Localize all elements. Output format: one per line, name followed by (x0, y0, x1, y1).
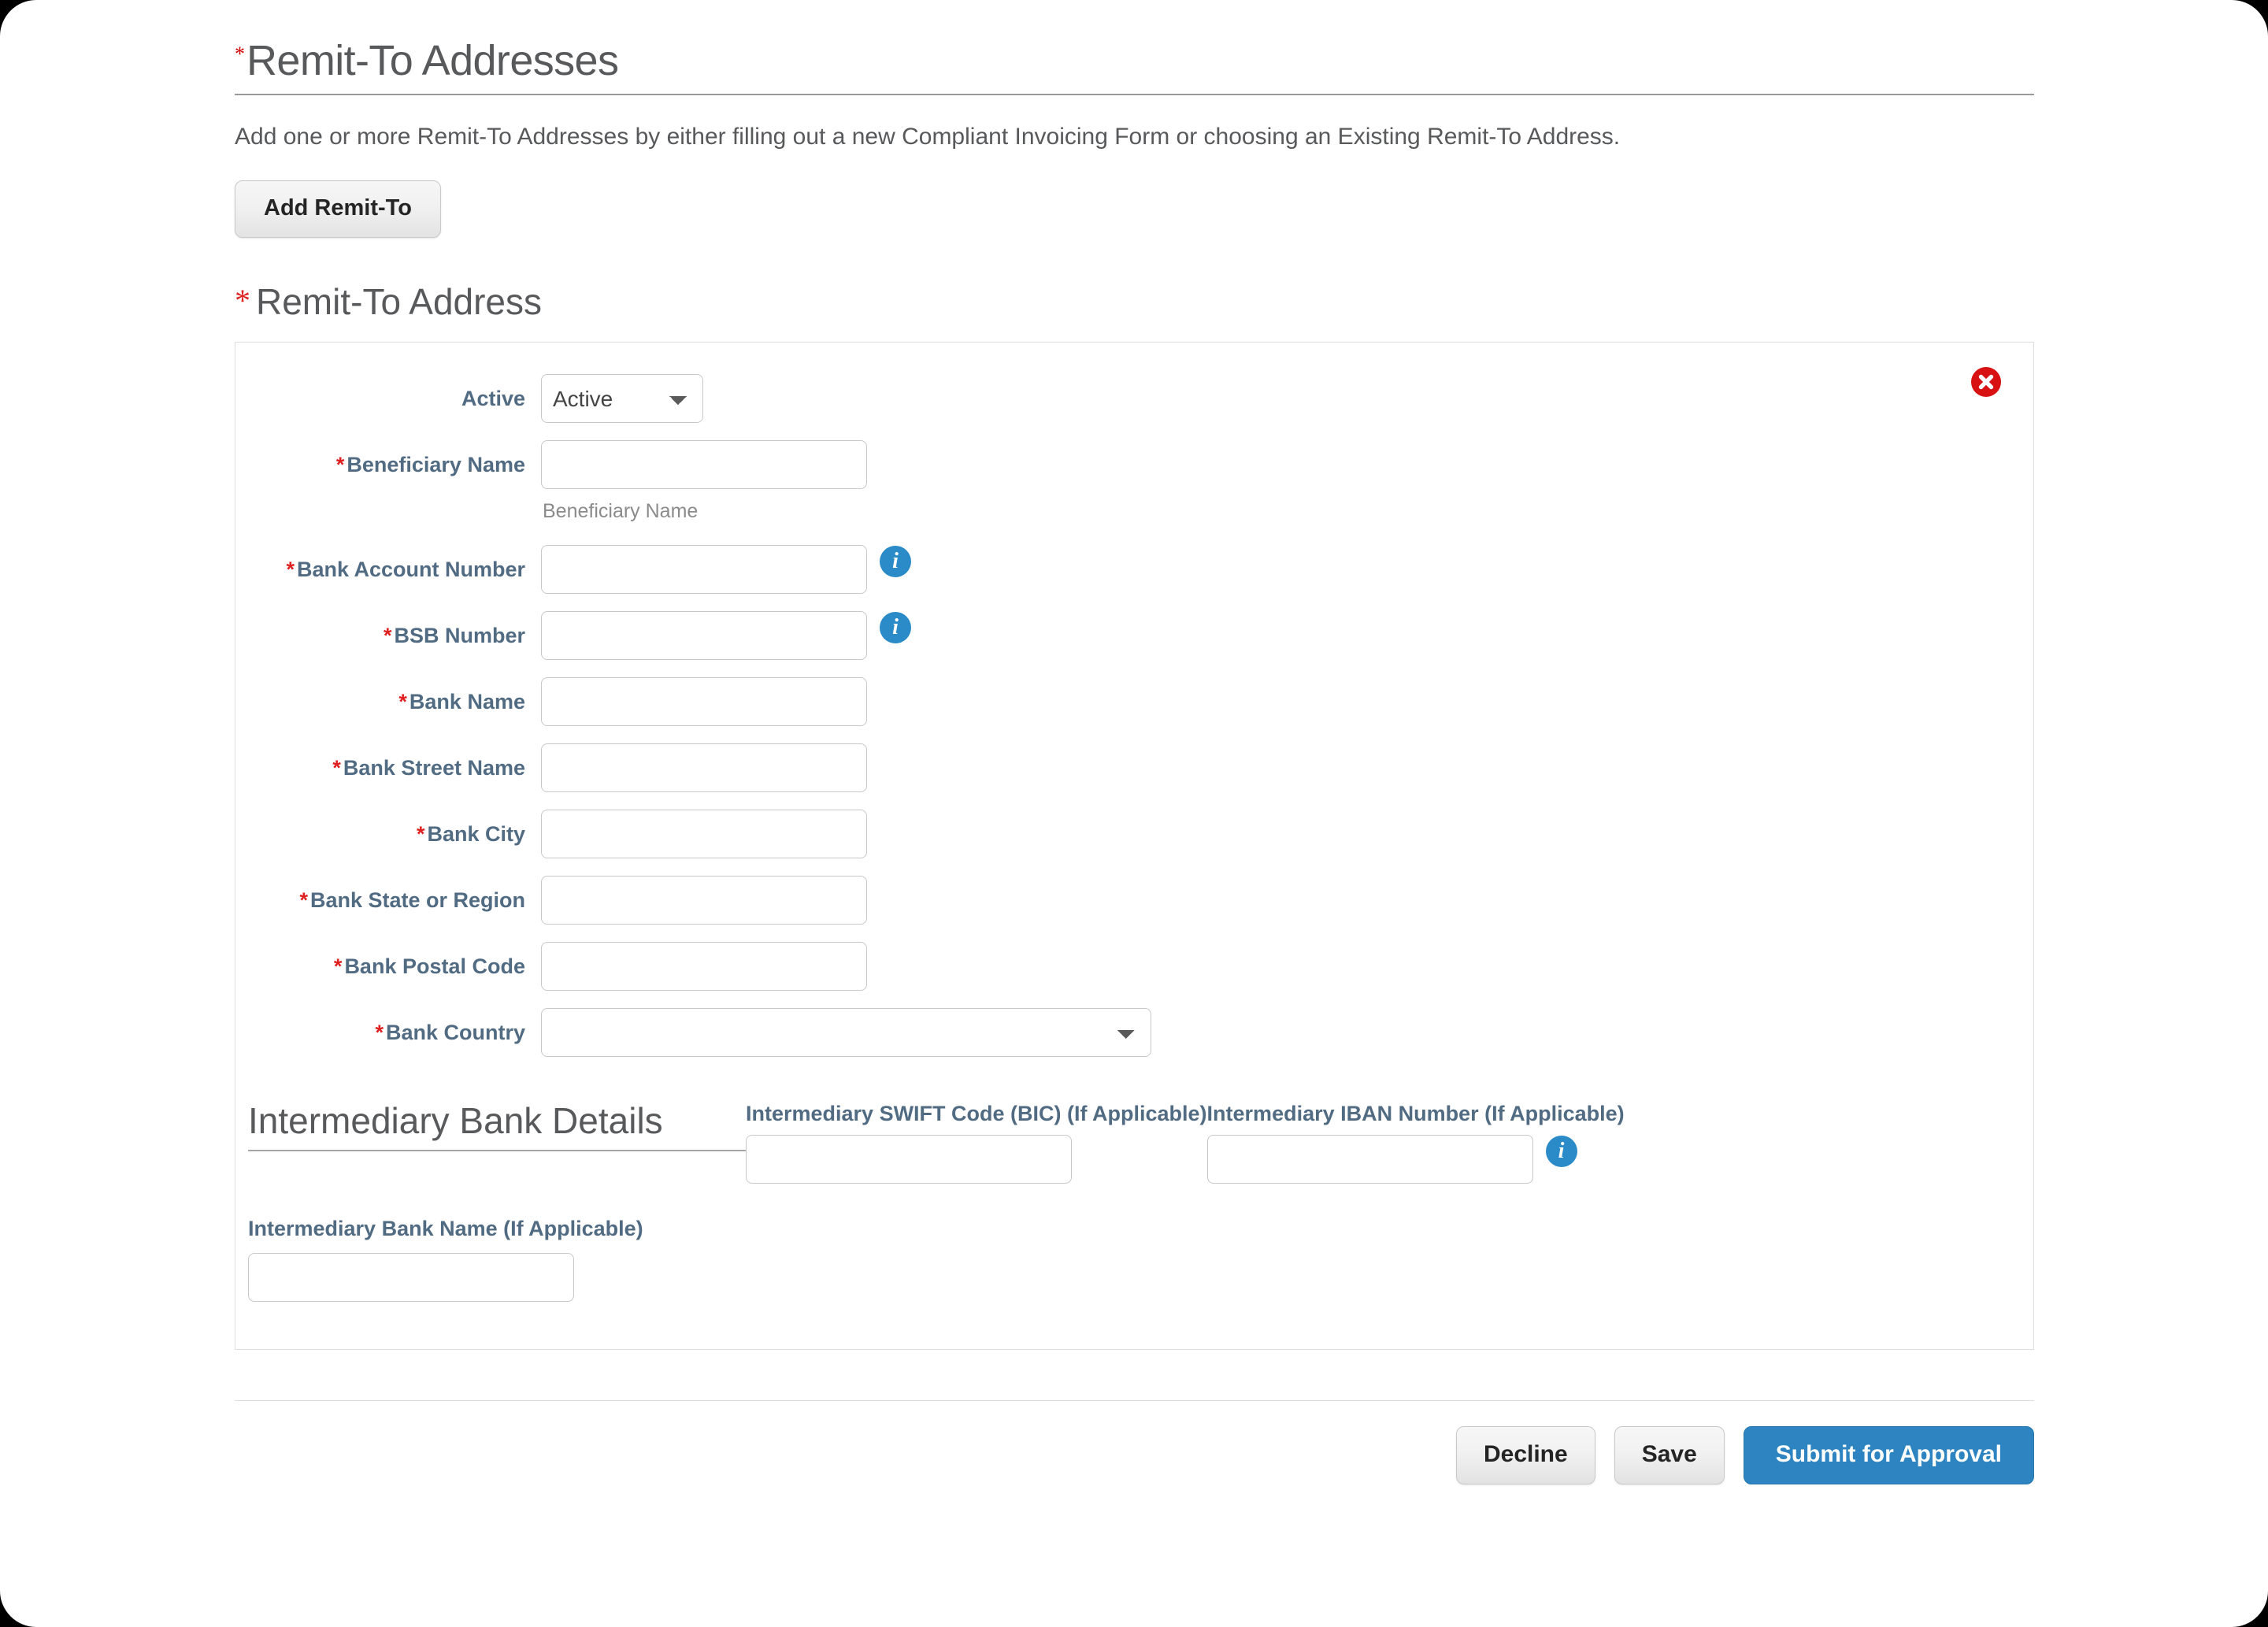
label-bank-street-name: * Bank Street Name (332, 756, 525, 780)
required-asterisk: * (335, 453, 345, 477)
field-row-bank-street-name: * Bank Street Name (235, 743, 2033, 793)
control-bank-state-or-region (541, 876, 867, 925)
field-row-bank-state-or-region: * Bank State or Region (235, 876, 2033, 925)
field-row-bank-name: * Bank Name (235, 677, 2033, 727)
control-bank-postal-code (541, 942, 867, 991)
helper-text-beneficiary-name: Beneficiary Name (543, 500, 699, 523)
field-row-bank-city: * Bank City (235, 810, 2033, 859)
field-row-beneficiary-name: * Beneficiary Name Beneficiary Name (235, 440, 2033, 523)
bank-postal-code-input[interactable] (541, 942, 867, 991)
form-footer: Decline Save Submit for Approval (235, 1400, 2034, 1485)
control-bsb-number: i (541, 611, 911, 661)
label-bank-name: * Bank Name (398, 690, 525, 714)
remit-to-addresses-section: *Remit-To Addresses Add one or more Remi… (235, 0, 2034, 1485)
control-bank-street-name (541, 743, 867, 793)
control-active: Active (541, 374, 703, 424)
section-header: *Remit-To Addresses (235, 0, 2034, 96)
label-bank-city: * Bank City (416, 822, 525, 847)
field-intermediary-swift: Intermediary SWIFT Code (BIC) (If Applic… (746, 1101, 1207, 1184)
label-bsb-number: * BSB Number (383, 624, 525, 648)
required-asterisk: * (235, 43, 245, 65)
remit-to-address-card: Active Active * Beneficiary Name Benefici… (235, 342, 2034, 1351)
intermediary-bank-details-section: Intermediary Bank Details Intermediary S… (235, 1101, 2033, 1302)
required-asterisk: * (299, 888, 308, 913)
required-asterisk: * (416, 822, 425, 847)
required-asterisk: * (375, 1021, 384, 1045)
submit-for-approval-button[interactable]: Submit for Approval (1743, 1426, 2034, 1485)
save-button[interactable]: Save (1614, 1426, 1725, 1485)
field-row-active: Active Active (235, 374, 2033, 424)
bank-street-name-input[interactable] (541, 743, 867, 793)
decline-button[interactable]: Decline (1455, 1426, 1595, 1485)
bank-country-select[interactable] (541, 1008, 1151, 1058)
close-circle-icon[interactable] (1969, 365, 2003, 399)
label-bank-country: * Bank Country (375, 1021, 525, 1045)
bank-state-or-region-input[interactable] (541, 876, 867, 925)
control-bank-name (541, 677, 867, 727)
info-icon[interactable]: i (880, 546, 911, 578)
required-asterisk: * (398, 690, 407, 714)
required-asterisk: * (383, 624, 392, 648)
subheading-label: Remit-To Address (256, 280, 543, 322)
control-beneficiary-name: Beneficiary Name (541, 440, 867, 523)
field-row-bsb-number: * BSB Number i (235, 611, 2033, 661)
intermediary-swift-input[interactable] (746, 1134, 1072, 1184)
label-bank-postal-code: * Bank Postal Code (333, 954, 525, 979)
required-asterisk: * (286, 558, 295, 582)
field-row-bank-account-number: * Bank Account Number i (235, 545, 2033, 595)
beneficiary-name-input[interactable] (541, 440, 867, 490)
control-bank-city (541, 810, 867, 859)
label-beneficiary-name: * Beneficiary Name (335, 453, 525, 477)
label-intermediary-swift: Intermediary SWIFT Code (BIC) (If Applic… (746, 1102, 1207, 1126)
info-icon[interactable]: i (1545, 1135, 1577, 1167)
intermediary-bank-details-heading: Intermediary Bank Details (248, 1101, 747, 1151)
label-active: Active (461, 387, 525, 411)
add-remit-to-button[interactable]: Add Remit-To (235, 180, 441, 238)
remit-to-address-subheading: * Remit-To Address (235, 282, 2034, 322)
label-bank-state-or-region: * Bank State or Region (299, 888, 525, 913)
label-intermediary-iban: Intermediary IBAN Number (If Applicable) (1206, 1102, 1625, 1126)
bank-account-number-input[interactable] (541, 545, 867, 595)
field-intermediary-iban: Intermediary IBAN Number (If Applicable)… (1206, 1101, 1625, 1184)
bsb-number-input[interactable] (541, 611, 867, 661)
required-asterisk: * (332, 756, 341, 780)
required-asterisk: * (333, 954, 343, 979)
intermediary-bank-name-input[interactable] (248, 1252, 574, 1302)
page-title: Remit-To Addresses (246, 37, 619, 84)
field-row-bank-country: * Bank Country (235, 1008, 2033, 1058)
info-icon[interactable]: i (880, 612, 911, 644)
control-bank-country (541, 1008, 1151, 1058)
label-bank-account-number: * Bank Account Number (286, 558, 525, 582)
field-row-bank-postal-code: * Bank Postal Code (235, 942, 2033, 991)
intermediary-columns: Intermediary SWIFT Code (BIC) (If Applic… (746, 1101, 1625, 1184)
bank-city-input[interactable] (541, 810, 867, 859)
bank-name-input[interactable] (541, 677, 867, 727)
required-asterisk: * (235, 282, 250, 318)
intermediary-iban-input[interactable] (1206, 1134, 1533, 1184)
active-select[interactable]: Active (541, 374, 703, 424)
section-description: Add one or more Remit-To Addresses by ei… (235, 124, 1621, 150)
control-bank-account-number: i (541, 545, 911, 595)
page-root: *Remit-To Addresses Add one or more Remi… (0, 0, 2268, 1627)
label-intermediary-bank-name: Intermediary Bank Name (If Applicable) (248, 1217, 643, 1241)
